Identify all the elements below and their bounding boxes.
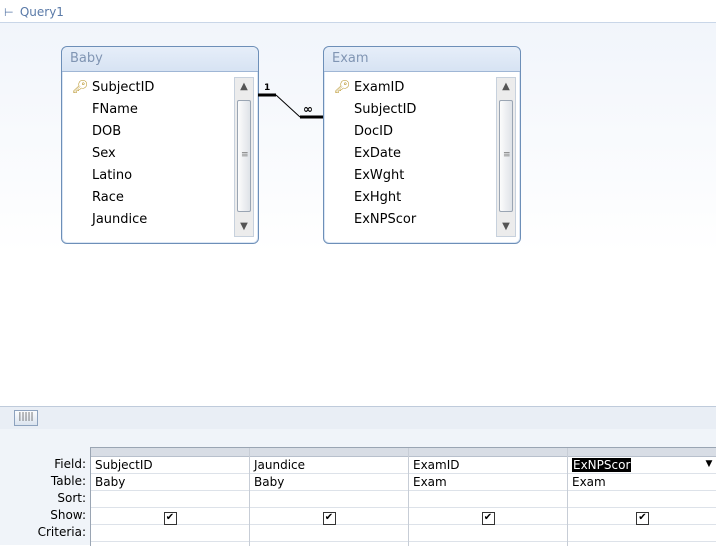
show-cell[interactable]: ✔ [568,508,716,525]
scroll-up-icon[interactable]: ▲ [497,78,515,96]
grid-column[interactable]: ExamID Exam ✔ [409,448,568,546]
field-item[interactable]: Sex [70,143,230,165]
field-item[interactable]: SubjectID [332,99,492,121]
query-grid-pane: Field: Table: Sort: Show: Criteria: Subj… [0,429,716,546]
document-tab-bar: ⊢ Query1 [0,0,716,23]
field-cell-selected[interactable]: ExNPScor ▼ [568,457,716,474]
table-exam-scrollbar[interactable]: ▲ ≡ ▼ [496,77,516,237]
scroll-up-icon[interactable]: ▲ [235,78,253,96]
primary-key-icon: 🔑︎ [72,80,89,95]
show-cell[interactable]: ✔ [91,508,249,525]
query-tab-label: Query1 [19,5,64,19]
field-item[interactable]: ExDate [332,143,492,165]
table-cell[interactable]: Baby [91,474,249,491]
row-label-sort: Sort: [57,491,86,505]
table-baby-scrollbar[interactable]: ▲ ≡ ▼ [234,77,254,237]
criteria-cell[interactable] [91,525,249,542]
field-cell[interactable]: ExamID [409,457,567,474]
field-item[interactable]: Race [70,187,230,209]
row-label-show: Show: [50,508,86,522]
table-cell[interactable]: Exam [568,474,716,491]
scroll-thumb[interactable]: ≡ [237,100,251,212]
field-item[interactable]: ExWght [332,165,492,187]
grip-icon: ≡ [503,150,511,160]
grid-row-labels: Field: Table: Sort: Show: Criteria: [0,456,88,541]
scroll-thumb[interactable]: ≡ [499,100,513,212]
query-tab[interactable]: ⊢ Query1 [4,4,64,20]
field-item[interactable]: DOB [70,121,230,143]
criteria-cell[interactable] [568,525,716,542]
show-cell[interactable]: ✔ [250,508,408,525]
grid-column[interactable]: Jaundice Baby ✔ [250,448,409,546]
show-checkbox[interactable]: ✔ [636,512,649,525]
field-cell[interactable]: Jaundice [250,457,408,474]
field-item[interactable]: Latino [70,165,230,187]
column-selector[interactable] [409,448,567,457]
row-label-table: Table: [50,474,86,488]
sort-cell[interactable] [409,491,567,508]
table-baby-title[interactable]: Baby [62,47,258,72]
table-cell[interactable]: Baby [250,474,408,491]
table-exam-title[interactable]: Exam [324,47,520,72]
field-item[interactable]: 🔑︎ ExamID [332,77,492,99]
row-label-field: Field: [54,457,86,471]
dropdown-arrow-icon[interactable]: ▼ [701,457,716,472]
sort-cell[interactable] [250,491,408,508]
field-cell[interactable]: SubjectID [91,457,249,474]
column-selector[interactable] [250,448,408,457]
show-checkbox[interactable]: ✔ [163,512,177,525]
relationship-one-label: 1 [264,83,271,93]
field-item[interactable]: FName [70,99,230,121]
criteria-cell[interactable] [409,525,567,542]
grid-column[interactable]: SubjectID Baby ✔ [91,448,250,546]
primary-key-icon: 🔑︎ [334,80,351,95]
grid-column[interactable]: ExNPScor ▼ Exam ✔ [568,448,716,546]
scroll-down-icon[interactable]: ▼ [497,218,515,236]
table-exam[interactable]: Exam 🔑︎ ExamID SubjectID DocID ExDate ExW… [323,46,521,244]
criteria-cell[interactable] [250,525,408,542]
sort-cell[interactable] [568,491,716,508]
sort-cell[interactable] [91,491,249,508]
show-cell[interactable]: ✔ [409,508,567,525]
field-item[interactable]: 🔑︎ SubjectID [70,77,230,99]
table-baby[interactable]: Baby 🔑︎ SubjectID FName DOB Sex Latino Ra… [61,46,259,244]
grip-icon: ≡ [241,150,249,160]
table-cell[interactable]: Exam [409,474,567,491]
relationship-many-label: ∞ [303,102,313,116]
query-design-grid: SubjectID Baby ✔ Jaundice Baby ✔ ExamID … [90,447,716,546]
horizontal-scroll-grip-icon[interactable]: ||||| [14,410,38,426]
field-value: ExNPScor [572,458,632,472]
pane-splitter[interactable]: ||||| [0,406,716,430]
column-selector[interactable] [91,448,249,457]
field-item[interactable]: DocID [332,121,492,143]
field-item[interactable]: ExNPScor [332,209,492,231]
column-selector[interactable] [568,448,716,457]
table-baby-field-list: 🔑︎ SubjectID FName DOB Sex Latino Race Ja… [70,77,230,231]
show-checkbox[interactable]: ✔ [481,512,495,525]
field-item[interactable]: Jaundice [70,209,230,231]
query-design-pane[interactable]: Baby 🔑︎ SubjectID FName DOB Sex Latino Ra… [0,23,716,406]
scroll-down-icon[interactable]: ▼ [235,218,253,236]
show-checkbox[interactable]: ✔ [322,512,336,525]
field-item[interactable]: ExHght [332,187,492,209]
row-label-criteria: Criteria: [37,525,86,539]
query-icon: ⊢ [4,6,14,19]
table-exam-field-list: 🔑︎ ExamID SubjectID DocID ExDate ExWght E… [332,77,492,231]
